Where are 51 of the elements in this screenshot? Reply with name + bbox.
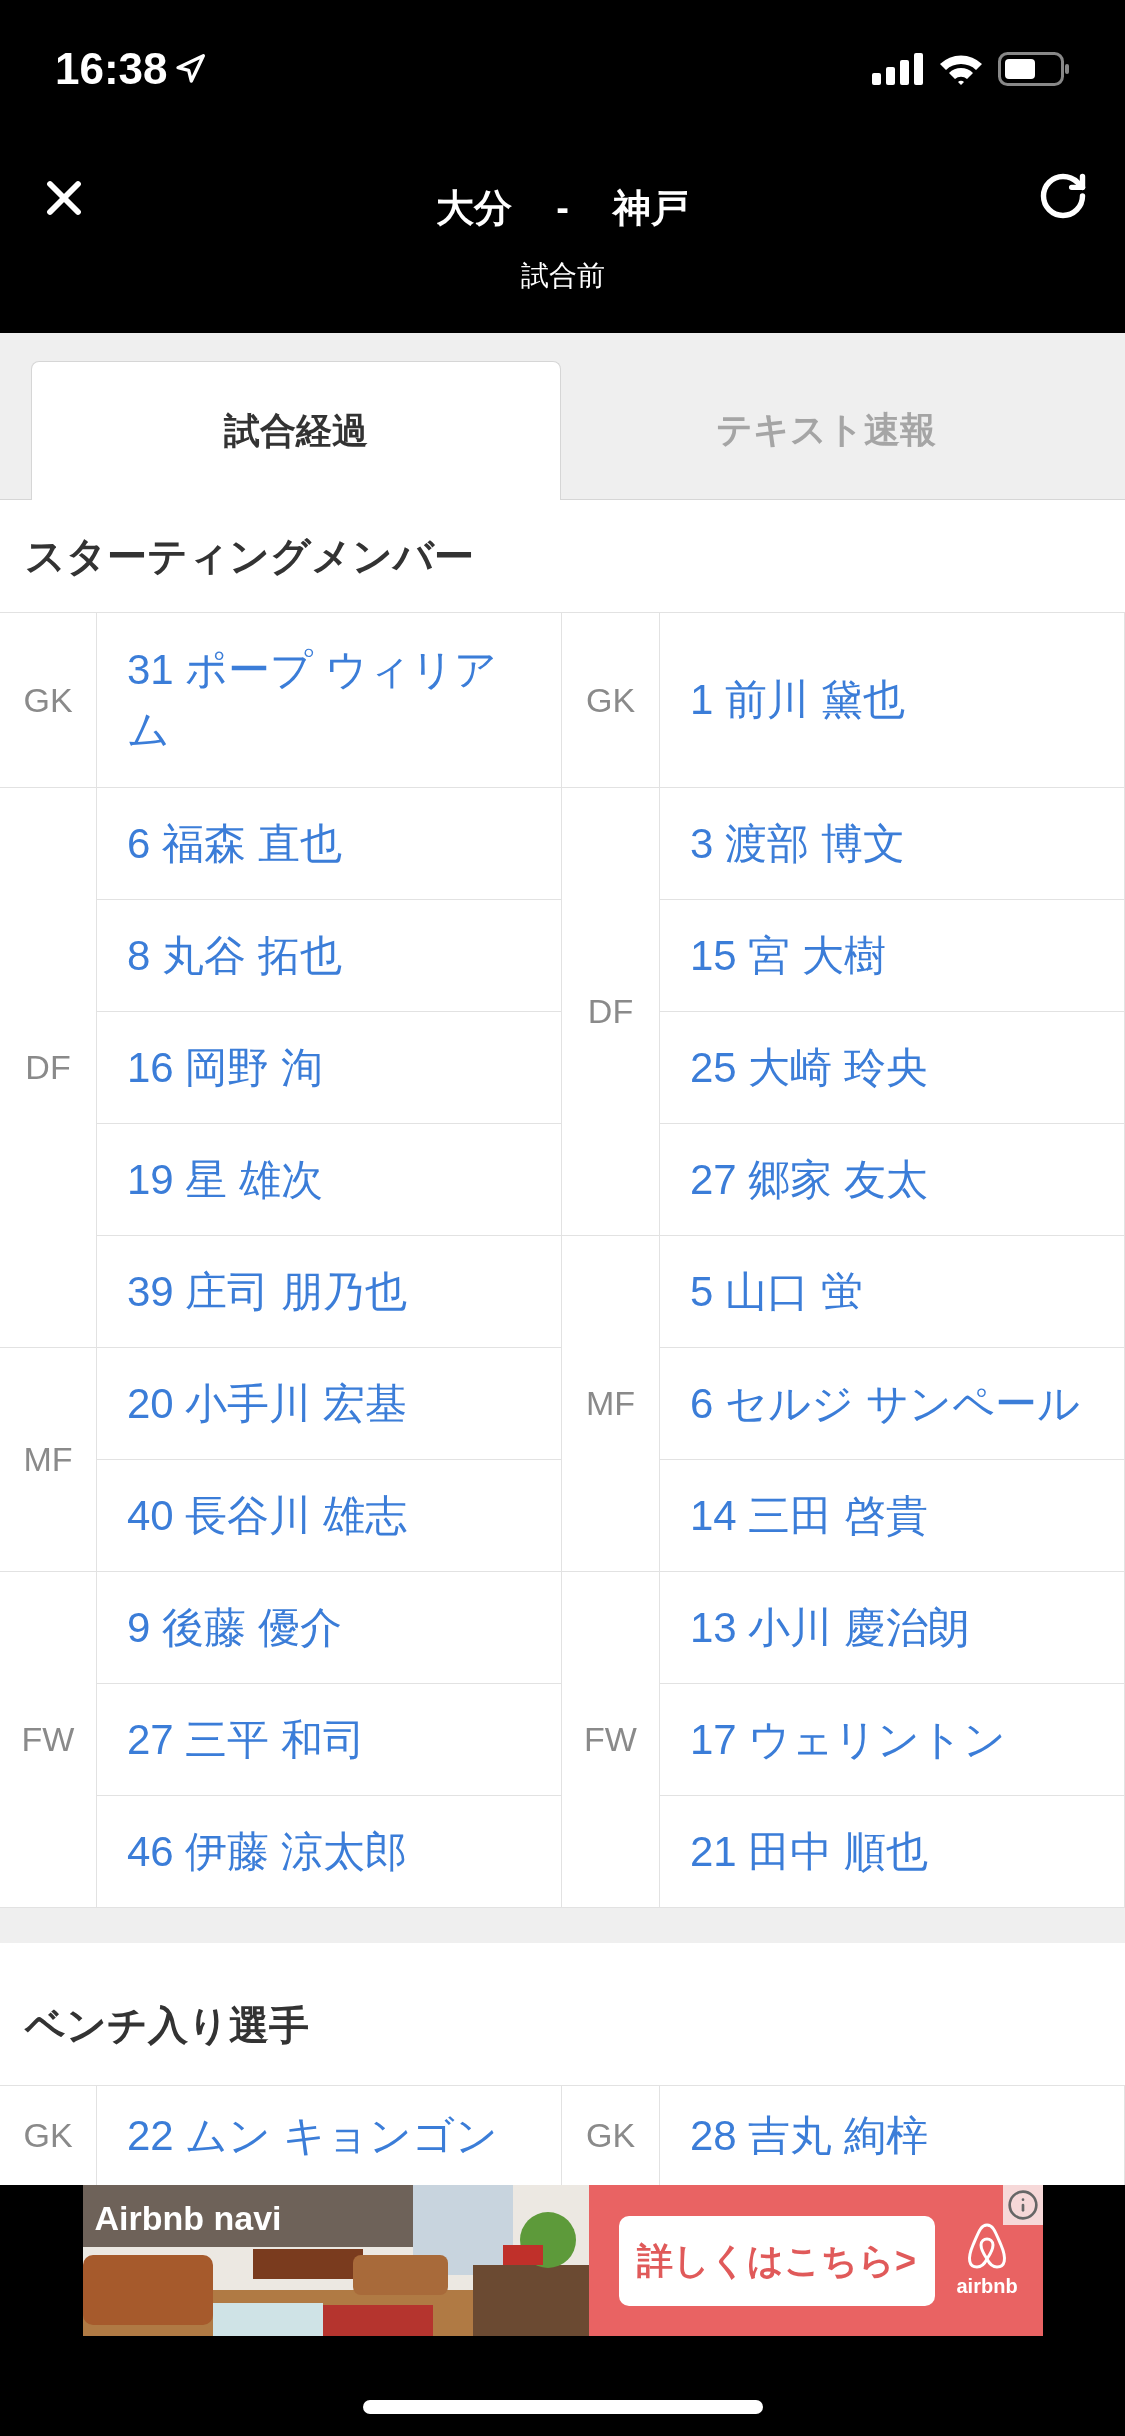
player-link[interactable]: 17 ウェリントン [690,1709,1007,1770]
position-label: FW [584,1719,637,1760]
player-link[interactable]: 20 小手川 宏基 [127,1373,408,1434]
player-link[interactable]: 46 伊藤 涼太郎 [127,1821,408,1882]
location-icon [173,53,206,85]
player-link[interactable]: 8 丸谷 拓也 [127,925,342,986]
player-link[interactable]: 15 宮 大樹 [690,925,887,986]
position-label: MF [23,1439,73,1480]
status-time: 16:38 [55,43,168,95]
player-link[interactable]: 13 小川 慶治朗 [690,1597,971,1658]
wifi-icon [938,52,984,86]
player-link[interactable]: 9 後藤 優介 [127,1597,342,1658]
tab[interactable]: 試合経過 [31,361,561,500]
section-heading: スターティングメンバー [25,533,474,580]
position-label: MF [585,1383,636,1424]
title-separator: - [556,186,569,231]
tab[interactable]: テキスト速報 [561,360,1091,499]
ad-brand-text: Airbnb navi [94,2198,282,2239]
player-link[interactable]: 31 ポープ ウィリアム [127,640,521,760]
position-label: DF [587,991,634,1032]
home-team-title: 大分 [436,186,513,231]
player-link[interactable]: 28 吉丸 絢梓 [690,2105,929,2166]
signal-icon [872,53,924,85]
player-link[interactable]: 25 大崎 玲央 [690,1037,929,1098]
away-team-title: 神戸 [612,186,689,231]
player-link[interactable]: 1 前川 黛也 [690,670,905,730]
info-icon[interactable] [1002,2185,1043,2225]
position-label: GK [585,679,636,721]
player-link[interactable]: 16 岡野 洵 [127,1037,324,1098]
player-link[interactable]: 40 長谷川 雄志 [127,1485,408,1546]
player-link[interactable]: 27 郷家 友太 [690,1149,929,1210]
player-link[interactable]: 6 福森 直也 [127,813,342,874]
player-link[interactable]: 6 セルジ サンペール [690,1373,1080,1434]
player-link[interactable]: 21 田中 順也 [690,1821,929,1882]
player-link[interactable]: 3 渡部 博文 [690,813,905,874]
player-link[interactable]: 39 庄司 朋乃也 [127,1261,408,1322]
battery-icon [998,52,1070,86]
match-status: 試合前 [520,259,605,293]
details-button[interactable]: 詳しくはこちら> [618,2215,935,2306]
position-label: GK [23,2115,73,2156]
player-link[interactable]: 5 山口 蛍 [690,1261,863,1322]
player-link[interactable]: 14 三田 啓貴 [690,1485,929,1546]
logo-text: airbnb [956,2273,1018,2299]
position-label: FW [21,1719,75,1760]
section-heading: ベンチ入り選手 [25,2002,309,2049]
position-label: DF [25,1047,71,1088]
player-link[interactable]: 27 三平 和司 [127,1709,366,1770]
player-link[interactable]: 22 ムン キョンゴン [127,2105,499,2166]
position-label: GK [585,2115,636,2156]
player-link[interactable]: 19 星 雄次 [127,1149,324,1210]
position-label: GK [23,679,73,721]
